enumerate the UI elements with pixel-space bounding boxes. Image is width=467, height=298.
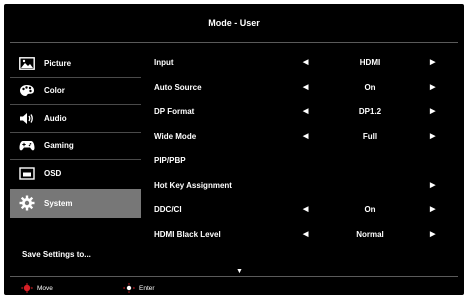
palette-icon [18,84,36,98]
setting-label: DDC/CI [154,205,182,214]
sidebar-item-picture[interactable]: Picture [10,50,141,77]
arrow-left-icon[interactable]: ◀ [303,132,308,140]
setting-label: Wide Mode [154,131,197,141]
sidebar: Picture Color Audio Gaming OSD System [10,50,141,218]
footer-move-label: Move [37,284,53,292]
setting-value: HDMI [359,58,381,67]
sidebar-item-color[interactable]: Color [10,78,141,105]
arrow-right-icon[interactable]: ▶ [430,107,435,115]
sidebar-item-label: OSD [44,168,62,178]
sidebar-item-label: Color [44,86,65,96]
sidebar-item-gaming[interactable]: Gaming [10,133,141,160]
arrow-right-icon[interactable]: ▶ [430,230,435,238]
gear-icon [18,195,36,211]
dpad-enter-icon [122,283,136,293]
arrow-left-icon[interactable]: ◀ [303,83,308,91]
osd-icon [18,166,36,180]
settings-list: Input ◀ HDMI ▶ Auto Source ◀ On ▶ DP For… [150,50,450,246]
setting-label: HDMI Black Level [154,229,221,239]
speaker-icon [18,111,36,125]
footer-move-hint: Move [20,283,53,293]
save-settings-button[interactable]: Save Settings to... [22,250,91,259]
footer-enter-hint: Enter [122,283,155,293]
gamepad-icon [18,139,36,153]
setting-label: Hot Key Assignment [154,180,232,190]
arrow-right-icon[interactable]: ▶ [430,58,435,66]
sidebar-item-label: System [44,198,73,208]
setting-value: DP1.2 [358,107,382,116]
footer-enter-label: Enter [139,284,155,292]
sidebar-item-label: Audio [44,113,67,123]
sidebar-item-label: Gaming [44,141,74,151]
setting-hot-key-assignment[interactable]: Hot Key Assignment ▶ [150,173,450,198]
arrow-left-icon[interactable]: ◀ [303,58,308,66]
scroll-down-icon[interactable]: ▼ [236,268,243,275]
setting-hdmi-black-level[interactable]: HDMI Black Level ◀ Normal ▶ [150,222,450,247]
arrow-left-icon[interactable]: ◀ [303,205,308,213]
arrow-right-icon[interactable]: ▶ [430,181,435,189]
osd-menu: Mode - User Picture Color Audio Gaming O… [4,4,464,295]
picture-icon [18,56,36,70]
setting-auto-source[interactable]: Auto Source ◀ On ▶ [150,75,450,100]
title-divider [10,42,458,43]
footer-divider [10,276,458,277]
setting-input[interactable]: Input ◀ HDMI ▶ [150,50,450,75]
sidebar-item-audio[interactable]: Audio [10,105,141,132]
arrow-left-icon[interactable]: ◀ [303,107,308,115]
setting-label: Auto Source [154,82,202,92]
menu-title: Mode - User [208,18,260,28]
dpad-move-icon [20,283,34,293]
sidebar-item-system[interactable]: System [10,188,141,218]
arrow-right-icon[interactable]: ▶ [430,132,435,140]
arrow-right-icon[interactable]: ▶ [430,205,435,213]
setting-pip-pbp[interactable]: PIP/PBP [150,148,450,173]
setting-label: PIP/PBP [154,156,186,165]
sidebar-item-label: Picture [44,58,72,68]
setting-value: Normal [356,229,384,239]
sidebar-item-osd[interactable]: OSD [10,160,141,187]
setting-value: On [364,205,376,214]
arrow-left-icon[interactable]: ◀ [303,230,308,238]
setting-wide-mode[interactable]: Wide Mode ◀ Full ▶ [150,124,450,149]
setting-value: Full [362,131,378,141]
setting-label: Input [154,58,174,67]
arrow-right-icon[interactable]: ▶ [430,83,435,91]
setting-ddc-ci[interactable]: DDC/CI ◀ On ▶ [150,197,450,222]
setting-value: On [364,82,376,92]
setting-label: DP Format [154,107,195,116]
setting-dp-format[interactable]: DP Format ◀ DP1.2 ▶ [150,99,450,124]
